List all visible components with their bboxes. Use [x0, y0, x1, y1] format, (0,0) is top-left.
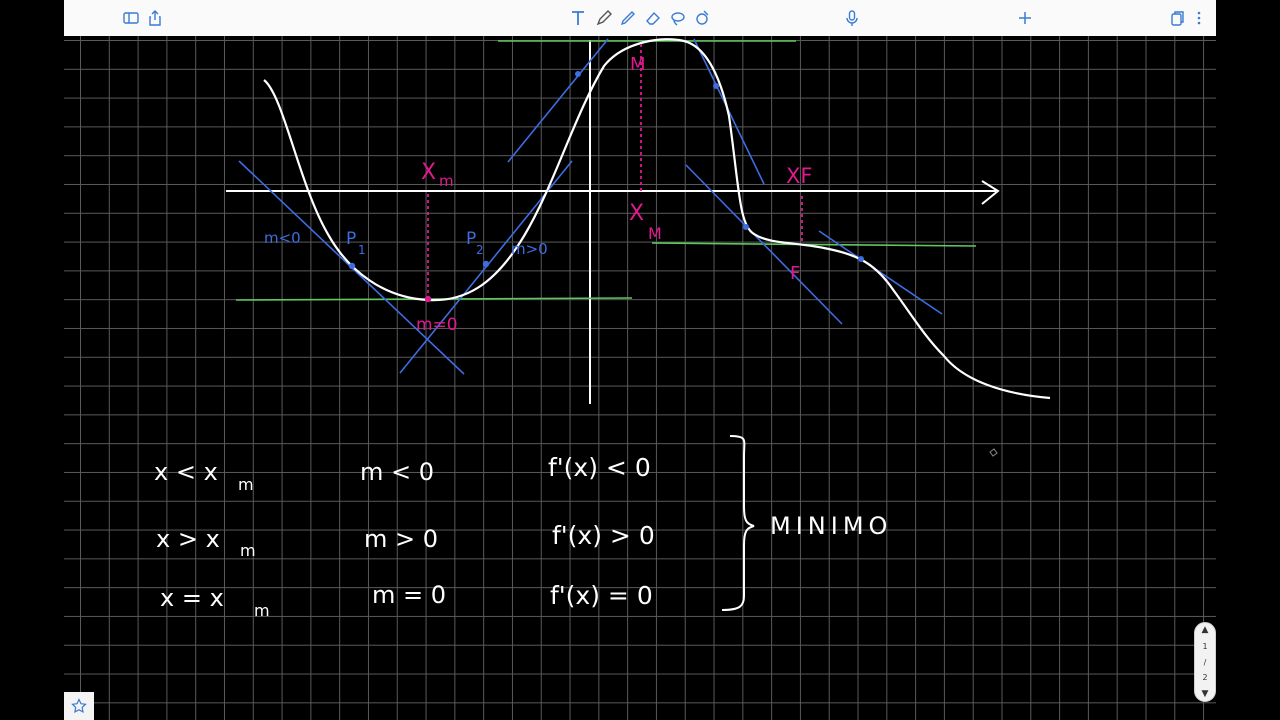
label-xM-sub: M: [648, 224, 662, 243]
point-falling: [713, 83, 719, 89]
add-page-icon[interactable]: [1014, 7, 1036, 29]
point-flex-tangent: [858, 256, 864, 262]
row1-slope: m < 0: [360, 458, 434, 486]
row2-condition-sub: m: [240, 541, 256, 560]
note-app: X m M X M XF F m=0 P 1 P 2 m<0 m>0 x < x…: [64, 0, 1216, 720]
row3-derivative: f'(x) = 0: [550, 581, 653, 610]
label-xM: X: [629, 201, 644, 226]
row2-slope: m > 0: [364, 525, 438, 553]
page-navigator[interactable]: ▲ 1 / 2 ▼: [1194, 622, 1216, 702]
chevron-down-icon[interactable]: ▼: [1202, 689, 1209, 699]
row3-condition: x = x: [160, 584, 224, 612]
label-p1: P: [346, 229, 356, 249]
label-m-zero: m=0: [416, 315, 458, 335]
text-tool-icon[interactable]: [567, 7, 589, 29]
label-xm: X: [421, 160, 436, 185]
more-icon[interactable]: [1188, 7, 1210, 29]
row1-condition-sub: m: [238, 475, 254, 494]
label-xF: XF: [786, 164, 812, 188]
handwritten-drawing: X m M X M XF F m=0 P 1 P 2 m<0 m>0 x < x…: [154, 38, 1051, 620]
point-descend: [743, 224, 749, 230]
page-total: 2: [1202, 673, 1208, 683]
microphone-icon[interactable]: [841, 7, 863, 29]
point-p2: [482, 260, 490, 268]
lasso-icon[interactable]: [667, 7, 689, 29]
label-m-neg: m<0: [264, 229, 301, 247]
point-p1: [348, 262, 356, 270]
x-axis-arrow: [981, 180, 1000, 205]
sidebar-icon[interactable]: [120, 7, 142, 29]
note-canvas[interactable]: X m M X M XF F m=0 P 1 P 2 m<0 m>0 x < x…: [64, 36, 1216, 720]
label-p1-sub: 1: [358, 243, 366, 257]
tangent-flex: [818, 230, 943, 315]
label-F: F: [790, 263, 800, 284]
label-xm-sub: m: [439, 172, 454, 190]
row1-condition: x < x: [154, 458, 218, 486]
label-p2: P: [466, 229, 476, 249]
result-label: MINIMO: [770, 512, 892, 540]
star-icon: [71, 698, 87, 714]
highlighter-icon[interactable]: [617, 7, 639, 29]
top-toolbar: [64, 0, 1216, 37]
tangent-rising: [507, 38, 609, 163]
stray-mark: [989, 448, 998, 457]
pen-icon[interactable]: [593, 7, 615, 29]
shapes-icon[interactable]: [691, 7, 713, 29]
row2-derivative: f'(x) > 0: [552, 521, 655, 550]
row1-derivative: f'(x) < 0: [548, 453, 651, 482]
label-m-pos: m>0: [511, 240, 548, 258]
chevron-up-icon[interactable]: ▲: [1202, 625, 1209, 635]
page-separator: /: [1203, 657, 1207, 667]
right-brace: [721, 435, 755, 611]
eraser-icon[interactable]: [642, 7, 664, 29]
bookmark-button[interactable]: [64, 692, 94, 720]
row3-slope: m = 0: [372, 581, 446, 609]
pages-icon[interactable]: [1166, 7, 1188, 29]
label-p2-sub: 2: [476, 243, 484, 257]
label-M: M: [630, 54, 646, 75]
function-curve: [263, 38, 1051, 400]
row2-condition: x > x: [156, 525, 220, 553]
page-current: 1: [1202, 641, 1208, 651]
row3-condition-sub: m: [254, 601, 270, 620]
point-rising: [575, 71, 581, 77]
share-icon[interactable]: [144, 7, 166, 29]
